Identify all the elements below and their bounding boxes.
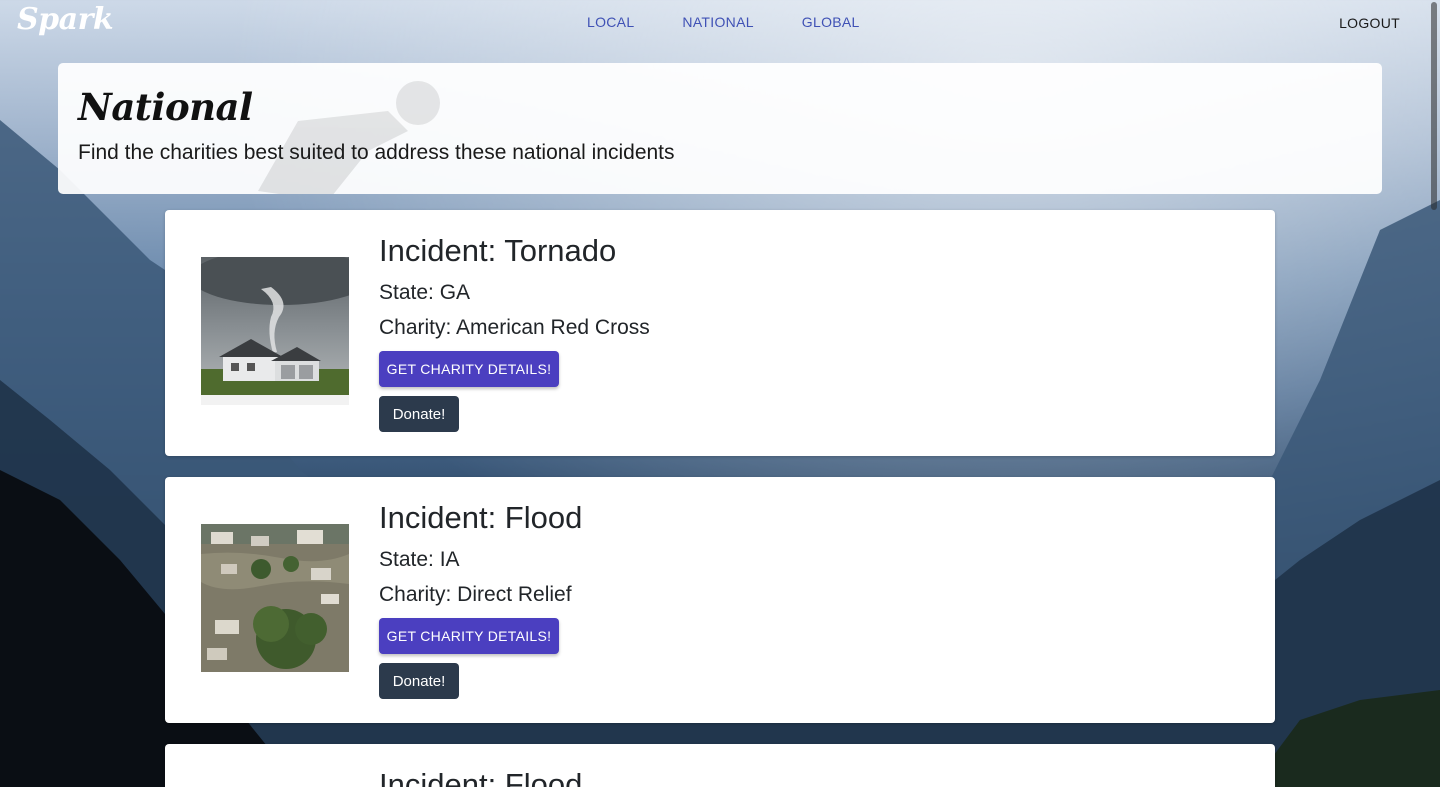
- page-header: National Find the charities best suited …: [58, 63, 1382, 194]
- incident-state: State: IA: [379, 548, 460, 571]
- incident-title: Incident: Tornado: [379, 233, 617, 268]
- incident-card: Incident: Flood: [165, 744, 1275, 787]
- page-subtitle: Find the charities best suited to addres…: [78, 141, 675, 164]
- nav-links: LOCAL NATIONAL GLOBAL: [587, 14, 860, 30]
- top-navbar: Spark LOCAL NATIONAL GLOBAL LOGOUT: [0, 0, 1440, 44]
- logout-link[interactable]: LOGOUT: [1339, 15, 1400, 31]
- get-charity-details-button[interactable]: GET CHARITY DETAILS!: [379, 351, 559, 387]
- tornado-photo: [201, 257, 349, 405]
- incident-details: Incident: Tornado State: GA Charity: Ame…: [379, 232, 650, 432]
- donate-button[interactable]: Donate!: [379, 663, 459, 699]
- person-silhouette-icon: [258, 81, 440, 194]
- donate-button[interactable]: Donate!: [379, 396, 459, 432]
- incident-charity: Charity: American Red Cross: [379, 316, 650, 339]
- incident-state: State: GA: [379, 281, 471, 304]
- incident-card: Incident: Flood State: IA Charity: Direc…: [165, 477, 1275, 723]
- incident-charity: Charity: Direct Relief: [379, 583, 572, 606]
- incident-title: Incident: Flood: [379, 767, 583, 787]
- incident-title: Incident: Flood: [379, 500, 583, 535]
- page-scrollbar[interactable]: [1431, 2, 1437, 210]
- page-title: National: [78, 85, 253, 129]
- incident-details: Incident: Flood: [379, 766, 582, 787]
- incident-card: Incident: Tornado State: GA Charity: Ame…: [165, 210, 1275, 456]
- nav-link-national[interactable]: NATIONAL: [682, 14, 753, 30]
- get-charity-details-button[interactable]: GET CHARITY DETAILS!: [379, 618, 559, 654]
- brand-logo[interactable]: Spark: [17, 2, 114, 37]
- nav-link-local[interactable]: LOCAL: [587, 14, 634, 30]
- nav-link-global[interactable]: GLOBAL: [802, 14, 860, 30]
- incident-details: Incident: Flood State: IA Charity: Direc…: [379, 499, 582, 699]
- flood-photo: [201, 524, 349, 672]
